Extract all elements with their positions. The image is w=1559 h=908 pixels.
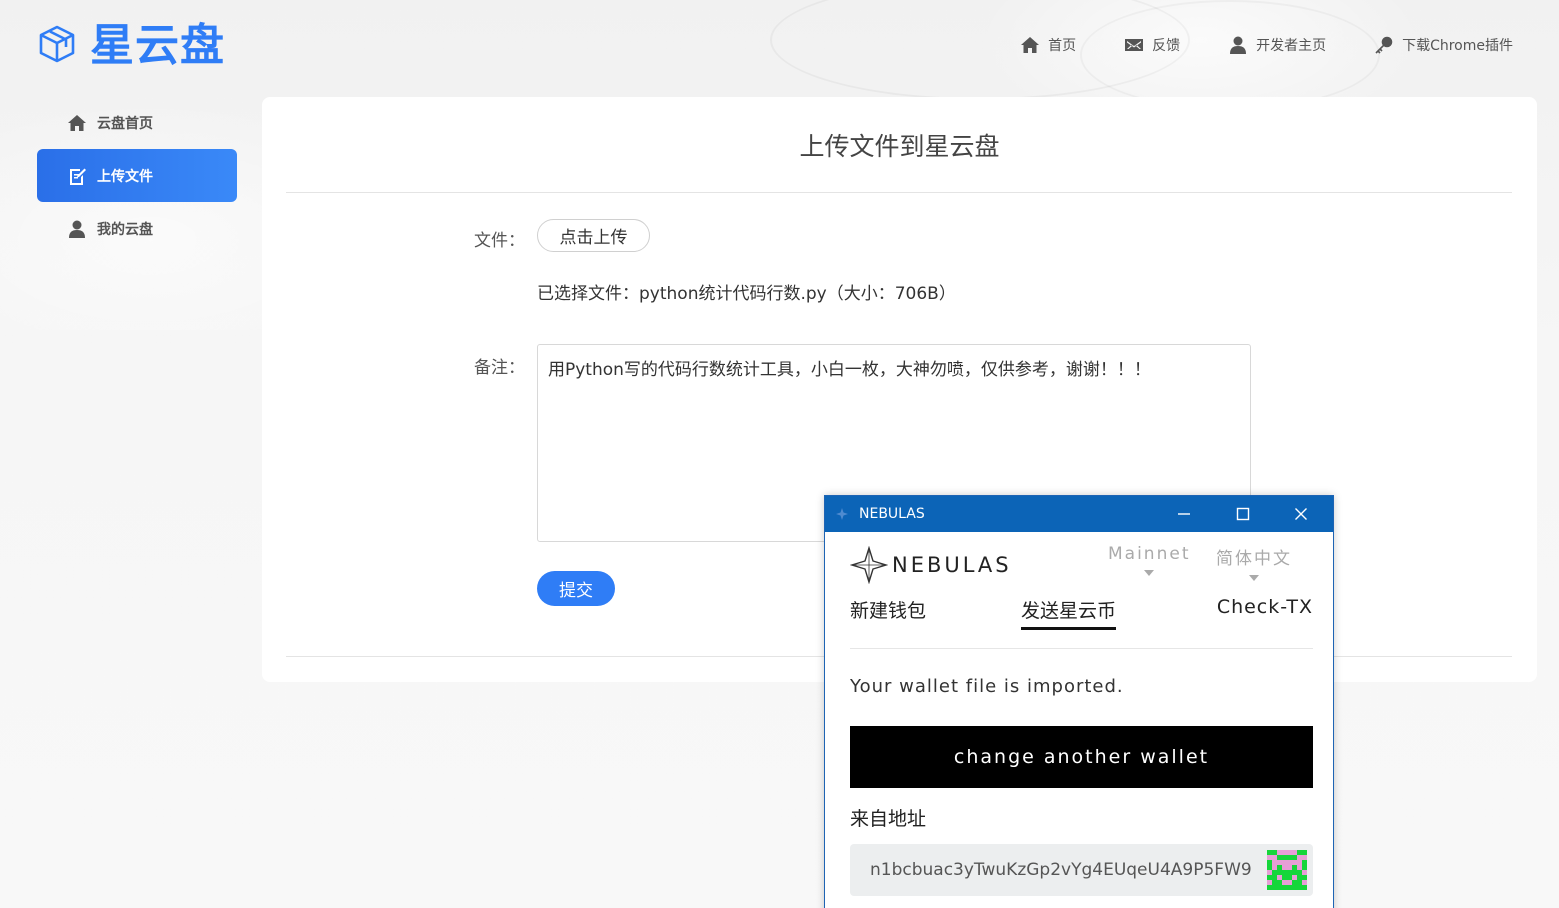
page-title: 上传文件到星云盘 [799,132,1000,161]
nav-home-label: 首页 [1048,38,1077,54]
sidebar: 云盘首页 上传文件 我的云盘 [37,96,237,255]
amount-label: 金额 [850,904,888,908]
tab-new-wallet[interactable]: 新建钱包 [850,596,926,627]
network-select[interactable]: Mainnet [1108,544,1190,576]
change-wallet-button[interactable]: change another wallet [850,726,1313,788]
wallet-status-message: Your wallet file is imported. [850,676,1124,697]
user-icon [1230,36,1247,54]
language-select[interactable]: 简体中文 [1216,544,1292,581]
from-address-label: 来自地址 [850,808,927,830]
nav-feedback[interactable]: 反馈 [1124,34,1180,56]
tab-send-nas[interactable]: 发送星云币 [1021,596,1117,630]
identicon-icon [1267,850,1307,890]
file-label: 文件： [474,231,525,251]
maximize-button[interactable] [1214,496,1272,532]
submit-button[interactable]: 提交 [537,571,615,606]
nebulas-app-icon [836,508,848,520]
window-titlebar[interactable]: NEBULAS [825,496,1333,532]
from-address-value: n1bcbuac3yTwuKzGp2vYg4EUqeU4A9P5FW9 [870,860,1252,880]
home-icon [68,114,86,131]
app-logo[interactable]: 星云盘 [36,22,225,70]
sidebar-item-upload[interactable]: 上传文件 [37,149,237,202]
nav-chrome-plugin[interactable]: 下载Chrome插件 [1374,34,1513,56]
nebulas-star-icon [850,546,888,584]
language-select-value: 简体中文 [1216,549,1292,569]
nebulas-window: NEBULAS NEBULAS Mainnet 简体中文 新建钱包 发送星云币 … [824,495,1334,908]
nebulas-logo[interactable]: NEBULAS [850,546,1012,584]
divider [850,648,1313,649]
top-navigation: 首页 反馈 开发者主页 下载Chrome插件 [972,34,1513,56]
close-icon [1295,508,1307,520]
from-address-field[interactable]: n1bcbuac3yTwuKzGp2vYg4EUqeU4A9P5FW9 [850,844,1313,896]
chevron-down-icon [1144,570,1155,576]
cube-icon [36,23,78,69]
sidebar-item-label: 上传文件 [97,168,153,185]
window-title: NEBULAS [859,506,925,522]
nav-feedback-label: 反馈 [1152,38,1181,54]
sidebar-item-home[interactable]: 云盘首页 [37,96,237,149]
minimize-button[interactable] [1155,496,1213,532]
nav-developer-label: 开发者主页 [1256,38,1327,54]
nav-home[interactable]: 首页 [1020,34,1076,56]
minimize-icon [1178,513,1190,515]
sidebar-item-label: 我的云盘 [97,221,153,238]
home-icon [1021,37,1040,53]
app-logo-text: 星云盘 [90,20,225,71]
nav-developer[interactable]: 开发者主页 [1228,34,1326,56]
maximize-icon [1236,507,1250,521]
key-icon [1375,36,1393,54]
sidebar-item-label: 云盘首页 [97,115,153,132]
nav-chrome-plugin-label: 下载Chrome插件 [1402,38,1513,54]
nebulas-logo-text: NEBULAS [892,553,1012,577]
upload-file-icon [70,168,86,185]
close-button[interactable] [1272,496,1330,532]
nebulas-tabs: 新建钱包 发送星云币 Check-TX [850,596,1313,636]
user-icon [69,220,85,238]
upload-button[interactable]: 点击上传 [537,219,650,252]
remark-label: 备注： [474,358,525,378]
sidebar-item-my-cloud[interactable]: 我的云盘 [37,202,237,255]
chevron-down-icon [1249,575,1259,581]
tab-check-tx[interactable]: Check-TX [1217,596,1313,622]
divider [286,192,1512,193]
selected-file-info: 已选择文件：python统计代码行数.py（大小：706B） [537,284,956,304]
network-select-value: Mainnet [1108,544,1191,564]
envelope-icon [1125,39,1144,51]
